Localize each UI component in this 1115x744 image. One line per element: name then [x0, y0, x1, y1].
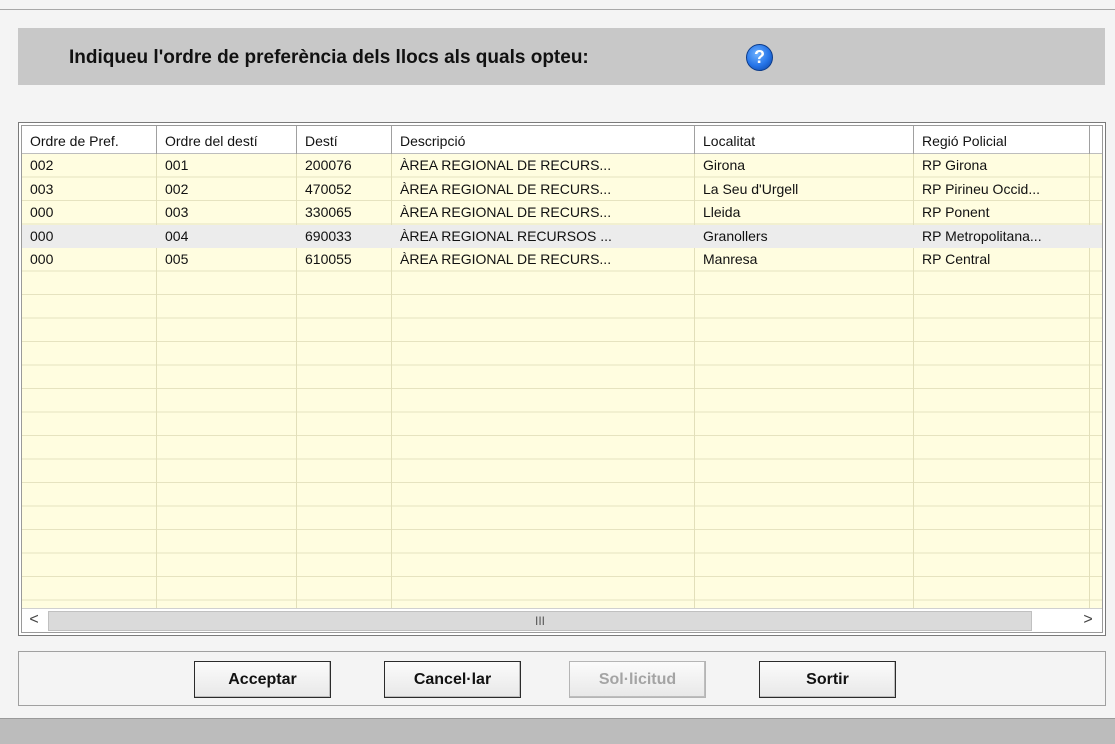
question-mark-icon[interactable]: ? — [746, 44, 773, 71]
cell-col-regio-policial: RP Girona — [922, 157, 988, 173]
cell-col-regio-policial: RP Metropolitana... — [922, 227, 1042, 244]
column-header-filler — [1090, 126, 1102, 154]
column-header-col-ordre-pref[interactable]: Ordre de Pref. — [22, 126, 157, 154]
scroll-right-arrow-icon[interactable]: > — [1076, 609, 1100, 632]
cell-col-desti: 610055 — [305, 251, 352, 267]
cell-col-ordre-pref: 000 — [30, 227, 54, 244]
exit-button-label: Sortir — [806, 671, 849, 688]
cell-col-ordre-desti: 002 — [165, 180, 189, 197]
cell-col-localitat: Granollers — [703, 227, 768, 244]
cell-col-localitat: La Seu d'Urgell — [703, 180, 799, 197]
cell-col-ordre-pref: 003 — [30, 180, 54, 197]
table-row[interactable]: 000 004 690033 ÀREA REGIONAL RECURSOS ... Gr… — [22, 224, 1102, 248]
cell-col-regio-policial: RP Ponent — [922, 204, 990, 220]
grid-column-header: Ordre de Pref. Ordre del destí Destí Descri… — [22, 126, 1102, 154]
cell-col-ordre-pref: 000 — [30, 251, 54, 267]
cell-col-regio-policial: RP Pirineu Occid... — [922, 180, 1041, 197]
cancel-button[interactable]: Cancel·lar — [384, 661, 521, 698]
cell-col-descripcio: ÀREA REGIONAL RECURSOS ... — [400, 227, 612, 244]
scrollbar-thumb[interactable]: III — [48, 611, 1032, 631]
column-header-col-desti[interactable]: Destí — [297, 126, 392, 154]
cell-col-ordre-desti: 004 — [165, 227, 189, 244]
accept-button-label: Acceptar — [228, 671, 297, 688]
cell-col-ordre-pref: 000 — [30, 204, 54, 220]
column-header-col-localitat[interactable]: Localitat — [695, 126, 914, 154]
table-row[interactable]: 000 005 610055 ÀREA REGIONAL DE RECURS... Ma… — [22, 248, 1102, 272]
column-header-col-ordre-desti[interactable]: Ordre del destí — [157, 126, 297, 154]
cell-col-descripcio: ÀREA REGIONAL DE RECURS... — [400, 157, 612, 173]
exit-button[interactable]: Sortir — [759, 661, 896, 698]
cell-col-ordre-pref: 002 — [30, 157, 54, 173]
top-divider — [0, 9, 1115, 10]
cell-col-ordre-desti: 005 — [165, 251, 189, 267]
cell-col-descripcio: ÀREA REGIONAL DE RECURS... — [400, 204, 612, 220]
destinations-grid: Ordre de Pref. Ordre del destí Destí Descri… — [18, 122, 1106, 636]
cell-col-ordre-desti: 003 — [165, 204, 189, 220]
cell-col-regio-policial: RP Central — [922, 251, 991, 267]
cell-col-desti: 690033 — [305, 227, 352, 244]
scroll-left-arrow-icon[interactable]: < — [22, 609, 46, 633]
cell-col-localitat: Manresa — [703, 251, 758, 267]
cell-col-descripcio: ÀREA REGIONAL DE RECURS... — [400, 251, 612, 267]
cell-col-desti: 330065 — [305, 204, 352, 220]
horizontal-scrollbar[interactable]: < III > — [22, 608, 1102, 632]
cancel-button-label: Cancel·lar — [413, 671, 492, 688]
column-header-col-regio-policial[interactable]: Regió Policial — [914, 126, 1090, 154]
accept-button[interactable]: Acceptar — [194, 661, 331, 698]
button-bar: Acceptar Cancel·lar Sol·licitud Sortir — [18, 651, 1106, 706]
cell-col-ordre-desti: 001 — [165, 157, 189, 173]
grid-rows: 002 001 200076 ÀREA REGIONAL DE RECURS... Gi… — [22, 154, 1102, 608]
page-title: Indiqueu l'ordre de preferència dels llo… — [69, 47, 589, 68]
table-row[interactable]: 000 003 330065 ÀREA REGIONAL DE RECURS... Ll… — [22, 201, 1102, 225]
cell-col-descripcio: ÀREA REGIONAL DE RECURS... — [400, 180, 612, 197]
cell-col-localitat: Girona — [703, 157, 746, 173]
cell-col-localitat: Lleida — [703, 204, 741, 220]
table-row[interactable]: 003 002 470052 ÀREA REGIONAL DE RECURS... La… — [22, 178, 1102, 202]
request-button-label: Sol·licitud — [598, 671, 677, 688]
cell-col-desti: 200076 — [305, 157, 352, 173]
header-panel: Indiqueu l'ordre de preferència dels llo… — [18, 28, 1105, 85]
grid-viewport: Ordre de Pref. Ordre del destí Destí Descri… — [21, 125, 1103, 633]
table-row[interactable]: 002 001 200076 ÀREA REGIONAL DE RECURS... Gi… — [22, 154, 1102, 178]
cell-col-desti: 470052 — [305, 180, 352, 197]
status-band — [0, 718, 1115, 744]
column-header-col-descripcio[interactable]: Descripció — [392, 126, 695, 154]
request-button: Sol·licitud — [569, 661, 706, 698]
